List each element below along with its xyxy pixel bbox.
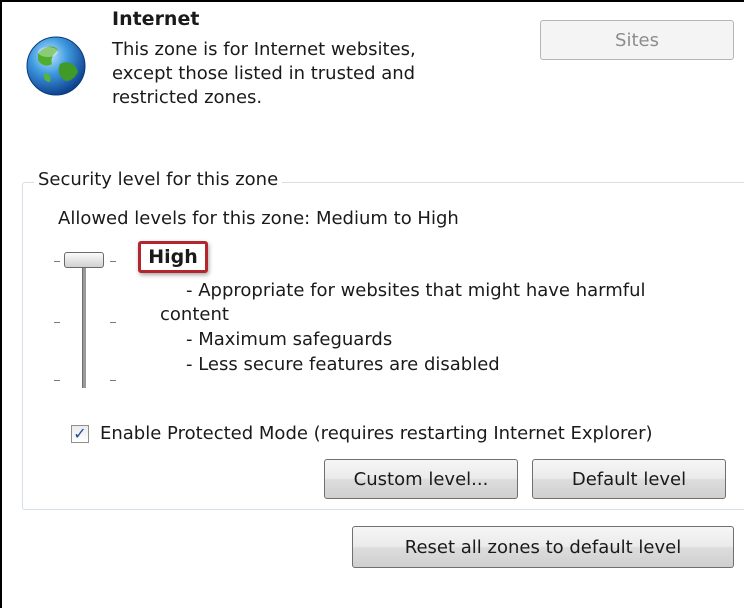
zone-description-line: restricted zones. (112, 87, 263, 108)
zone-description-line: This zone is for Internet websites, (112, 39, 416, 60)
protected-mode-label[interactable]: Enable Protected Mode (requires restarti… (100, 423, 653, 444)
globe-icon (26, 36, 86, 96)
slider-tick (110, 322, 116, 323)
slider-track[interactable] (82, 256, 86, 388)
protected-mode-checkbox[interactable]: ✓ (71, 425, 89, 443)
level-description-line: content (160, 304, 229, 325)
sites-button[interactable]: Sites (540, 20, 734, 60)
level-description-line: - Appropriate for websites that might ha… (186, 280, 646, 301)
level-description-line: - Less secure features are disabled (186, 354, 500, 375)
allowed-levels-text: Allowed levels for this zone: Medium to … (58, 208, 459, 229)
slider-tick (110, 261, 116, 262)
checkmark-icon: ✓ (73, 424, 87, 443)
reset-all-zones-button[interactable]: Reset all zones to default level (352, 526, 734, 568)
slider-tick (54, 380, 60, 381)
slider-thumb[interactable] (64, 252, 104, 268)
security-level-name: High (138, 241, 208, 273)
level-description-line: - Maximum safeguards (186, 329, 393, 350)
default-level-button[interactable]: Default level (532, 459, 726, 499)
zone-description: This zone is for Internet websites, exce… (112, 38, 492, 110)
slider-tick (54, 322, 60, 323)
security-level-group-label: Security level for this zone (34, 169, 283, 190)
slider-tick (54, 261, 60, 262)
custom-level-button[interactable]: Custom level... (324, 459, 518, 499)
zone-description-line: except those listed in trusted and (112, 63, 416, 84)
slider-tick (110, 380, 116, 381)
zone-title: Internet (112, 8, 200, 30)
